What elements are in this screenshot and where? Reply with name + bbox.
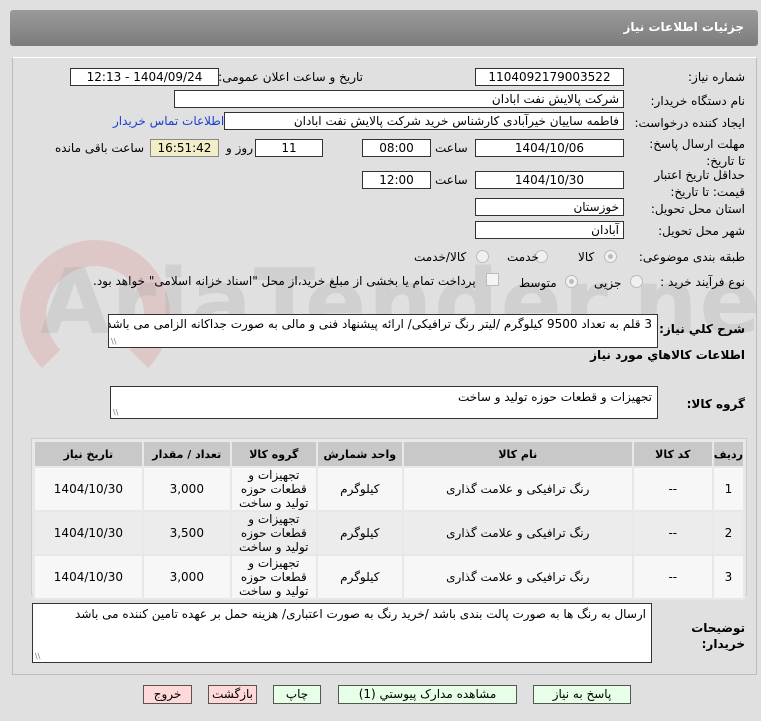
cell-code: -- — [631, 510, 714, 556]
need-number-field: 1104092179003522 — [475, 68, 624, 86]
reply-button[interactable]: پاسخ به نیاز — [533, 685, 631, 704]
table-header-row: ردیف کد کالا نام کالا واحد شمارش گروه کا… — [33, 440, 746, 468]
cell-qty: 3,500 — [141, 510, 232, 556]
cell-unit: کیلوگرم — [315, 510, 404, 556]
cell-date: 1404/10/30 — [33, 554, 144, 600]
goods-table-wrapper: ردیف کد کالا نام کالا واحد شمارش گروه کا… — [31, 438, 747, 600]
goods-group-label: گروه کالا: — [686, 397, 745, 411]
cell-code: -- — [631, 554, 714, 600]
category-radio-both[interactable] — [476, 250, 489, 263]
city-label: شهر محل تحویل: — [658, 224, 745, 238]
cell-name: رنگ ترافیکی و علامت گذاری — [401, 554, 634, 600]
category-option-service: خدمت — [507, 250, 539, 264]
cell-code: -- — [631, 466, 714, 512]
exit-button[interactable]: خروج — [143, 685, 192, 704]
cell-group: تجهیزات و قطعات حوزه تولید و ساخت — [229, 554, 318, 600]
cell-date: 1404/10/30 — [33, 510, 144, 556]
cell-row: 3 — [711, 554, 746, 600]
cell-row: 2 — [711, 510, 746, 556]
goods-table: ردیف کد کالا نام کالا واحد شمارش گروه کا… — [33, 440, 746, 600]
goods-group-text: تجهیزات و قطعات حوزه تولید و ساخت — [457, 390, 652, 404]
col-code: کد کالا — [631, 440, 714, 468]
creator-label: ایجاد کننده درخواست: — [634, 116, 745, 130]
description-label: شرح کلي نياز: — [659, 322, 745, 336]
category-label: طبقه بندی موضوعی: — [638, 250, 745, 264]
validity-date-field: 1404/10/30 — [475, 171, 624, 189]
days-field: 11 — [255, 139, 323, 157]
need-number-label: شماره نیاز: — [688, 70, 745, 84]
deadline-date-field: 1404/10/06 — [475, 139, 624, 157]
validity-time-field: 12:00 — [362, 171, 431, 189]
validity-label: حداقل تاریخ اعتبار قیمت: تا تاریخ: — [654, 168, 745, 199]
col-qty: تعداد / مقدار — [141, 440, 232, 468]
print-button[interactable]: چاپ — [273, 685, 321, 704]
table-row: 2 -- رنگ ترافیکی و علامت گذاری کیلوگرم تجهیز… — [33, 510, 746, 556]
cell-group: تجهیزات و قطعات حوزه تولید و ساخت — [229, 466, 318, 512]
province-field: خوزستان — [475, 198, 624, 216]
description-text: 3 قلم به تعداد 9500 کیلوگرم /لیتر رنگ تر… — [108, 317, 652, 331]
category-option-both: کالا/خدمت — [414, 250, 467, 264]
remaining-label: ساعت باقی مانده — [55, 141, 145, 155]
table-row: 3 -- رنگ ترافیکی و علامت گذاری کیلوگرم تجهیز… — [33, 554, 746, 600]
process-option-medium: متوسط — [519, 276, 557, 290]
col-name: نام کالا — [401, 440, 634, 468]
deadline-label: مهلت ارسال پاسخ: تا تاریخ: — [649, 137, 745, 168]
cell-qty: 3,000 — [141, 554, 232, 600]
validity-time-label: ساعت — [435, 173, 468, 187]
cell-name: رنگ ترافیکی و علامت گذاری — [401, 510, 634, 556]
process-option-minor: جزیی — [594, 276, 622, 290]
buyer-notes-text: ارسال به رنگ ها به صورت پالت بندی باشد /… — [75, 607, 646, 621]
treasury-text: پرداخت تمام یا بخشی از مبلغ خرید،از محل … — [93, 274, 476, 288]
goods-group-textarea[interactable]: تجهیزات و قطعات حوزه تولید و ساخت \\ — [110, 386, 658, 419]
announce-label: تاریخ و ساعت اعلان عمومی: — [218, 70, 363, 84]
deadline-time-label: ساعت — [435, 141, 468, 155]
page-header: جزئیات اطلاعات نیاز — [10, 10, 758, 46]
treasury-checkbox[interactable] — [486, 273, 499, 286]
province-label: استان محل تحویل: — [650, 202, 745, 216]
back-button[interactable]: بازگشت — [208, 685, 257, 704]
goods-section-title: اطلاعات کالاهاي مورد نياز — [590, 348, 745, 362]
table-row: 1 -- رنگ ترافیکی و علامت گذاری کیلوگرم تجهیز… — [33, 466, 746, 512]
deadline-time-field: 08:00 — [362, 139, 431, 157]
cell-unit: کیلوگرم — [315, 554, 404, 600]
page-title: جزئیات اطلاعات نیاز — [623, 20, 744, 34]
cell-qty: 3,000 — [141, 466, 232, 512]
view-attachments-button[interactable]: مشاهده مدارک پیوستي (1) — [338, 685, 517, 704]
days-label: روز و — [226, 141, 253, 155]
col-date: تاریخ نیاز — [33, 440, 144, 468]
col-group: گروه کالا — [229, 440, 318, 468]
category-option-goods: کالا — [578, 250, 595, 264]
category-radio-goods[interactable] — [604, 250, 617, 263]
col-row: ردیف — [711, 440, 746, 468]
buyer-org-label: نام دستگاه خریدار: — [650, 94, 746, 108]
process-radio-medium[interactable] — [565, 275, 578, 288]
buyer-notes-label: توضیحات خریدار: — [691, 621, 745, 651]
announce-field: 1404/09/24 - 12:13 — [70, 68, 219, 86]
cell-row: 1 — [711, 466, 746, 512]
buyer-contact-link[interactable]: اطلاعات تماس خریدار — [113, 114, 224, 128]
buyer-notes-textarea[interactable]: ارسال به رنگ ها به صورت پالت بندی باشد /… — [32, 603, 652, 663]
cell-unit: کیلوگرم — [315, 466, 404, 512]
cell-group: تجهیزات و قطعات حوزه تولید و ساخت — [229, 510, 318, 556]
city-field: آبادان — [475, 221, 624, 239]
cell-date: 1404/10/30 — [33, 466, 144, 512]
process-radio-minor[interactable] — [630, 275, 643, 288]
process-label: نوع فرآیند خرید : — [660, 275, 745, 289]
buyer-org-field: شرکت پالایش نفت ابادان — [174, 90, 624, 108]
description-textarea[interactable]: 3 قلم به تعداد 9500 کیلوگرم /لیتر رنگ تر… — [108, 314, 658, 348]
creator-field: فاطمه ساییان خیرآبادی کارشناس خرید شرکت … — [224, 112, 624, 130]
col-unit: واحد شمارش — [315, 440, 404, 468]
remaining-time-field: 16:51:42 — [150, 139, 219, 157]
cell-name: رنگ ترافیکی و علامت گذاری — [401, 466, 634, 512]
